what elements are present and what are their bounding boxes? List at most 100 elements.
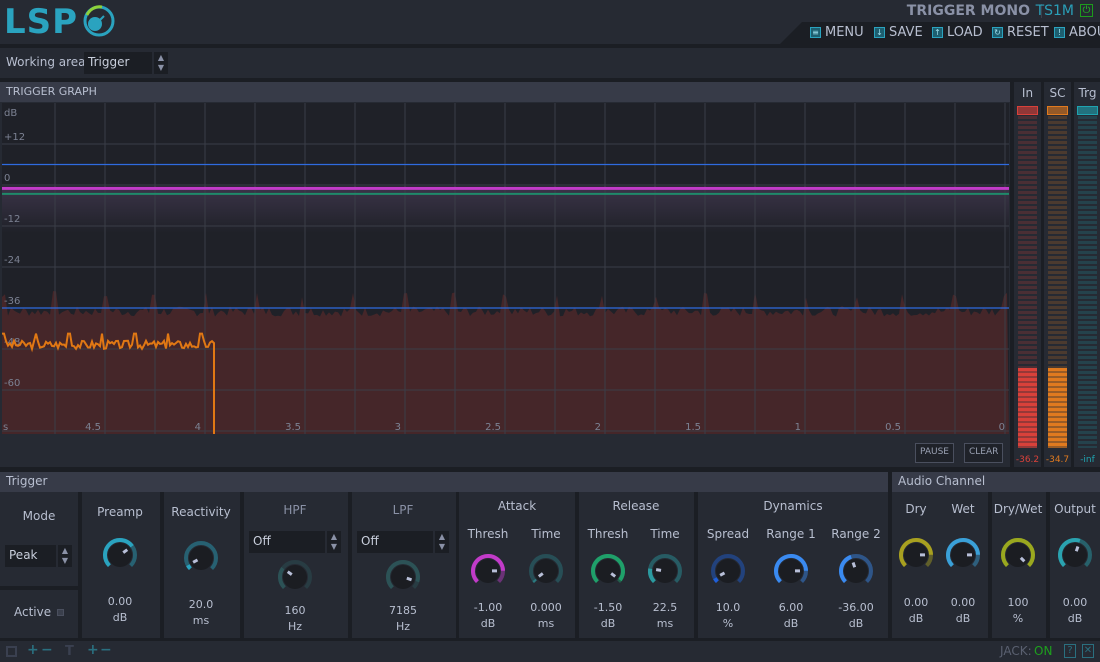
dry-knob[interactable]	[896, 535, 936, 575]
spinner-arrows-icon: ▲ ▼	[152, 52, 168, 74]
header-bar: LSP TRIGGER MONO TS1M ⏻ ≡ MENU ↓ SAVE ↑ LOA…	[0, 0, 1100, 44]
working-area-bar: Working area Trigger ▲ ▼	[0, 48, 1100, 78]
meter-in: In -36.2	[1014, 82, 1041, 467]
resize-icon[interactable]: ✕	[1082, 644, 1094, 658]
level-meter-bar	[1018, 116, 1037, 448]
knob-arc	[186, 564, 192, 571]
save-button[interactable]: ↓ SAVE	[874, 25, 923, 40]
spinner-arrows-icon: ▲ ▼	[433, 531, 449, 553]
lpf-mode-select[interactable]: Off ▲ ▼	[357, 531, 449, 553]
x-tick-label: 4.5	[85, 422, 101, 433]
reactivity-label: Reactivity	[171, 505, 231, 519]
lpf-mode-value: Off	[361, 534, 379, 548]
jack-status: ON	[1034, 644, 1053, 658]
drywet-knob[interactable]	[998, 535, 1038, 575]
y-tick-label: -12	[4, 214, 20, 225]
x-tick-label: 1	[795, 422, 801, 433]
menu-label: MENU	[825, 25, 864, 40]
meter-trg: Trg -inf	[1074, 82, 1100, 467]
release-thresh-knob[interactable]	[588, 551, 628, 591]
y-tick-label: 0	[4, 173, 10, 184]
knob-pointer	[655, 568, 662, 572]
wet-knob[interactable]	[943, 535, 983, 575]
release-time-knob[interactable]	[645, 551, 685, 591]
font-decrease-icon[interactable]: −	[100, 642, 112, 658]
clip-indicator[interactable]	[1047, 106, 1068, 115]
trigger-graph-title: TRIGGER GRAPH	[0, 82, 1010, 102]
lpf-knob[interactable]	[383, 557, 423, 597]
working-area-select[interactable]: Trigger ▲ ▼	[84, 52, 168, 74]
knob-cap	[1063, 543, 1087, 567]
preamp-unit: dB	[112, 611, 128, 624]
level-meter-bar	[1048, 116, 1067, 448]
plugin-code: TS1M	[1035, 3, 1074, 19]
meter-label: Trg	[1078, 86, 1097, 100]
spinner-arrows-icon: ▲ ▼	[56, 545, 72, 567]
knob-pointer	[406, 576, 413, 582]
jack-label: JACK:	[1000, 644, 1032, 658]
reset-icon: ↻	[992, 27, 1003, 38]
working-area-label: Working area	[6, 55, 86, 69]
lpf-label: LPF	[392, 503, 414, 517]
knob-pointer	[851, 561, 857, 568]
meter-value: -inf	[1080, 455, 1095, 465]
zoom-in-icon[interactable]: +	[27, 642, 39, 658]
help-icon[interactable]: ?	[1064, 644, 1076, 658]
font-increase-icon[interactable]: +	[87, 642, 99, 658]
meter-label: In	[1021, 86, 1034, 100]
knob-arc	[713, 577, 719, 584]
meter-value: -34.7	[1045, 455, 1070, 465]
range2-label: Range 2	[831, 527, 881, 541]
about-label: ABOUT	[1069, 25, 1100, 40]
y-unit-label: dB	[4, 108, 17, 119]
knob-pointer	[719, 571, 726, 577]
font-size-icon[interactable]: T	[65, 644, 74, 659]
about-button[interactable]: ! ABOUT	[1054, 25, 1100, 40]
clip-indicator[interactable]	[1017, 106, 1038, 115]
clear-button[interactable]: CLEAR	[964, 443, 1004, 463]
reactivity-value: 20.0	[188, 598, 214, 611]
knob-cap	[596, 559, 620, 583]
level-meter-bar	[1078, 116, 1097, 448]
load-icon: ↑	[932, 27, 943, 38]
hpf-unit: Hz	[287, 620, 303, 633]
menu-bar: ≡ MENU ↓ SAVE ↑ LOAD ↻ RESET ! ABOUT	[780, 22, 1100, 44]
pause-button[interactable]: PAUSE	[915, 443, 954, 463]
mode-select[interactable]: Peak ▲ ▼	[5, 545, 72, 567]
hpf-value: 160	[284, 604, 306, 617]
hpf-knob[interactable]	[275, 557, 315, 597]
menu-icon: ≡	[810, 27, 821, 38]
lpf-value: 7185	[389, 604, 417, 617]
y-tick-label: +12	[4, 132, 25, 143]
reset-label: RESET	[1007, 25, 1049, 40]
meter-fill	[1018, 368, 1037, 448]
trigger-graph[interactable]: dB+120-12-24-36-48-60s 4.5 4 3.5 3 2.5 2 1.5 1 0.…	[2, 103, 1009, 434]
knob-pointer	[192, 558, 199, 564]
clip-indicator[interactable]	[1077, 106, 1098, 115]
about-icon: !	[1054, 27, 1065, 38]
load-button[interactable]: ↑ LOAD	[932, 25, 983, 40]
reactivity-unit: ms	[192, 614, 210, 627]
attack-thresh-knob[interactable]	[468, 551, 508, 591]
meter-value: -36.2	[1015, 455, 1040, 465]
meter-label: SC	[1049, 86, 1066, 100]
power-icon[interactable]: ⏻	[1080, 4, 1093, 17]
knob-cap	[391, 565, 415, 589]
y-tick-label: -24	[4, 255, 20, 266]
output-knob[interactable]	[1055, 535, 1095, 575]
range2-knob[interactable]	[836, 551, 876, 591]
zoom-out-icon[interactable]: −	[41, 642, 53, 658]
attack-time-knob[interactable]	[526, 551, 566, 591]
x-unit-label: s	[3, 422, 8, 433]
plugin-title: TRIGGER MONO	[906, 3, 1030, 19]
knob-cap	[534, 559, 558, 583]
spread-knob[interactable]	[708, 551, 748, 591]
menu-button[interactable]: ≡ MENU	[810, 25, 864, 40]
reactivity-knob[interactable]	[181, 538, 221, 578]
hpf-mode-select[interactable]: Off ▲ ▼	[249, 531, 341, 553]
preamp-knob[interactable]	[100, 535, 140, 575]
reset-button[interactable]: ↻ RESET	[992, 25, 1049, 40]
window-size-icon[interactable]	[6, 646, 17, 657]
range1-knob[interactable]	[771, 551, 811, 591]
knob-cap	[716, 559, 740, 583]
